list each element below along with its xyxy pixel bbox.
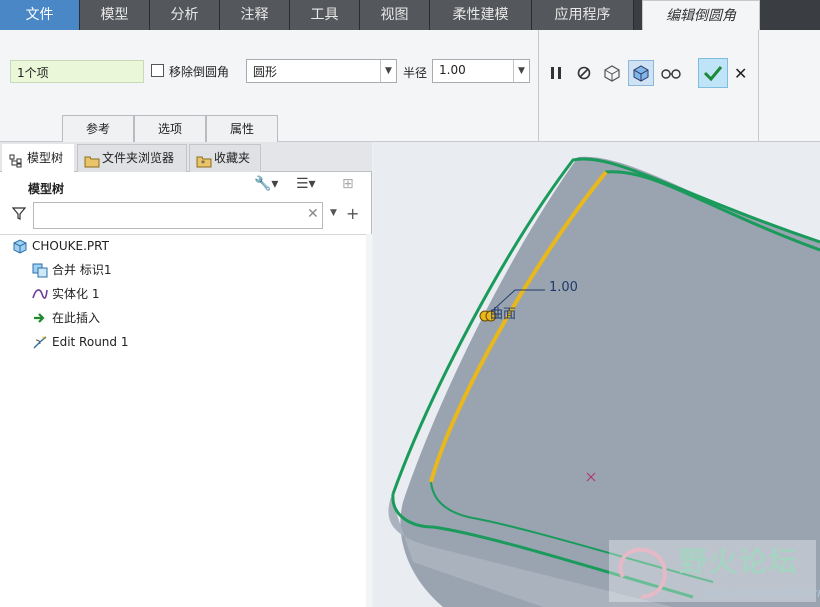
tree-item-label: Edit Round 1 [52,335,129,349]
model-tree-title: 模型树 [28,182,65,196]
tab-model-tree[interactable]: 模型树 [2,144,74,172]
divider [0,234,366,235]
menu-tab-model[interactable]: 模型 [80,0,150,30]
pause-icon[interactable] [543,60,569,86]
tab-folder-browser-label: 文件夹浏览器 [102,151,175,165]
radius-label: 半径 [403,66,428,80]
tree-search-input[interactable] [33,202,323,229]
selection-collector[interactable]: 1个项 [10,60,144,83]
attached-preview-icon[interactable] [628,60,654,86]
ribbon: 1个项 移除倒圆角 圆形 ▼ 半径 1.00 ▼ ✕ 参考 选项 属性 [0,30,820,142]
menu-tab-view[interactable]: 视图 [360,0,430,30]
svg-text:*: * [42,335,46,344]
tree-item-insert-here[interactable]: 在此插入 [32,308,232,328]
remove-round-checkbox[interactable] [151,64,164,77]
tab-folder-browser[interactable]: 文件夹浏览器 [77,144,187,172]
add-icon[interactable]: + [346,204,359,223]
favorites-folder-icon: * [196,151,212,178]
tree-item-edit-round[interactable]: * Edit Round 1 [32,332,232,352]
watermark-url: www.proewildfire.cn [703,586,820,600]
menu-tab-applications[interactable]: 应用程序 [532,0,634,30]
menu-bar: 文件 模型 分析 注释 工具 视图 柔性建模 应用程序 编辑倒圆角 [0,0,820,30]
menu-tab-analysis[interactable]: 分析 [150,0,220,30]
graphics-viewport[interactable]: 1.00 曲面 野火论坛 www.proewildfire.cn [373,142,820,607]
tree-settings-icon[interactable]: 🔧▾ [254,176,278,192]
tree-item-solidify[interactable]: 实体化 1 [32,284,232,304]
tree-item-label: 在此插入 [52,311,101,325]
remove-round-label: 移除倒圆角 [169,65,230,79]
geometry-preview-icon[interactable] [599,60,625,86]
shape-dropdown[interactable]: 圆形 ▼ [246,59,397,83]
panel-tabs: 模型树 文件夹浏览器 * 收藏夹 [0,142,372,172]
radius-input[interactable]: 1.00 ▼ [432,59,530,83]
tree-item-label: 合并 标识1 [52,263,112,277]
watermark-title: 野火论坛 [679,545,800,578]
folder-icon [84,151,100,178]
menu-bar-filler [760,0,820,30]
model-tree-icon [9,151,23,178]
part-icon [12,238,28,254]
tab-properties[interactable]: 属性 [206,115,278,142]
tree-item-label: CHOUKE.PRT [32,239,109,253]
tab-model-tree-label: 模型树 [27,151,64,165]
radius-input-value: 1.00 [439,63,466,77]
ribbon-divider [758,30,759,142]
scrollbar[interactable] [366,234,372,607]
menu-tab-tools[interactable]: 工具 [290,0,360,30]
insert-here-arrow-icon [32,310,48,326]
tree-item-part[interactable]: CHOUKE.PRT [12,236,212,256]
tree-columns-icon[interactable]: ⊞ [342,176,354,192]
edit-round-icon: * [32,334,48,350]
tree-show-icon[interactable]: ☰▾ [296,176,316,192]
radius-dimension-label[interactable]: 1.00 [549,280,578,295]
shape-dropdown-value: 圆形 [253,65,278,79]
chevron-down-icon[interactable]: ▼ [330,208,337,218]
chevron-down-icon[interactable]: ▼ [513,60,529,82]
tree-item-merge[interactable]: 合并 标识1 [32,260,232,280]
menu-tab-edit-round[interactable]: 编辑倒圆角 [642,0,760,30]
tab-favorites-label: 收藏夹 [214,151,251,165]
surface-label: 曲面 [490,307,517,322]
model-tree-panel: 模型树 文件夹浏览器 * 收藏夹 模型树 🔧▾ ☰▾ ⊞ ✕ ▼ + CHOUK… [0,142,372,607]
ribbon-divider [538,30,539,142]
filter-icon[interactable] [11,206,27,223]
svg-text:*: * [201,159,205,168]
tab-options[interactable]: 选项 [134,115,206,142]
chevron-down-icon[interactable]: ▼ [380,60,396,82]
ok-button[interactable] [698,58,728,88]
ok-check-icon [703,66,723,82]
tab-favorites[interactable]: * 收藏夹 [189,144,261,172]
tree-item-label: 实体化 1 [52,287,100,301]
clear-icon[interactable]: ✕ [307,206,319,222]
model-canvas[interactable] [373,142,820,607]
menu-tab-flexible-modeling[interactable]: 柔性建模 [430,0,532,30]
menu-file[interactable]: 文件 [0,0,80,30]
verify-glasses-icon[interactable] [658,60,684,86]
no-preview-icon[interactable] [571,60,597,86]
solidify-icon [32,286,48,302]
menu-tab-annotate[interactable]: 注释 [220,0,290,30]
cancel-x-icon[interactable]: ✕ [734,64,747,83]
merge-icon [32,262,48,278]
tab-references[interactable]: 参考 [62,115,134,142]
